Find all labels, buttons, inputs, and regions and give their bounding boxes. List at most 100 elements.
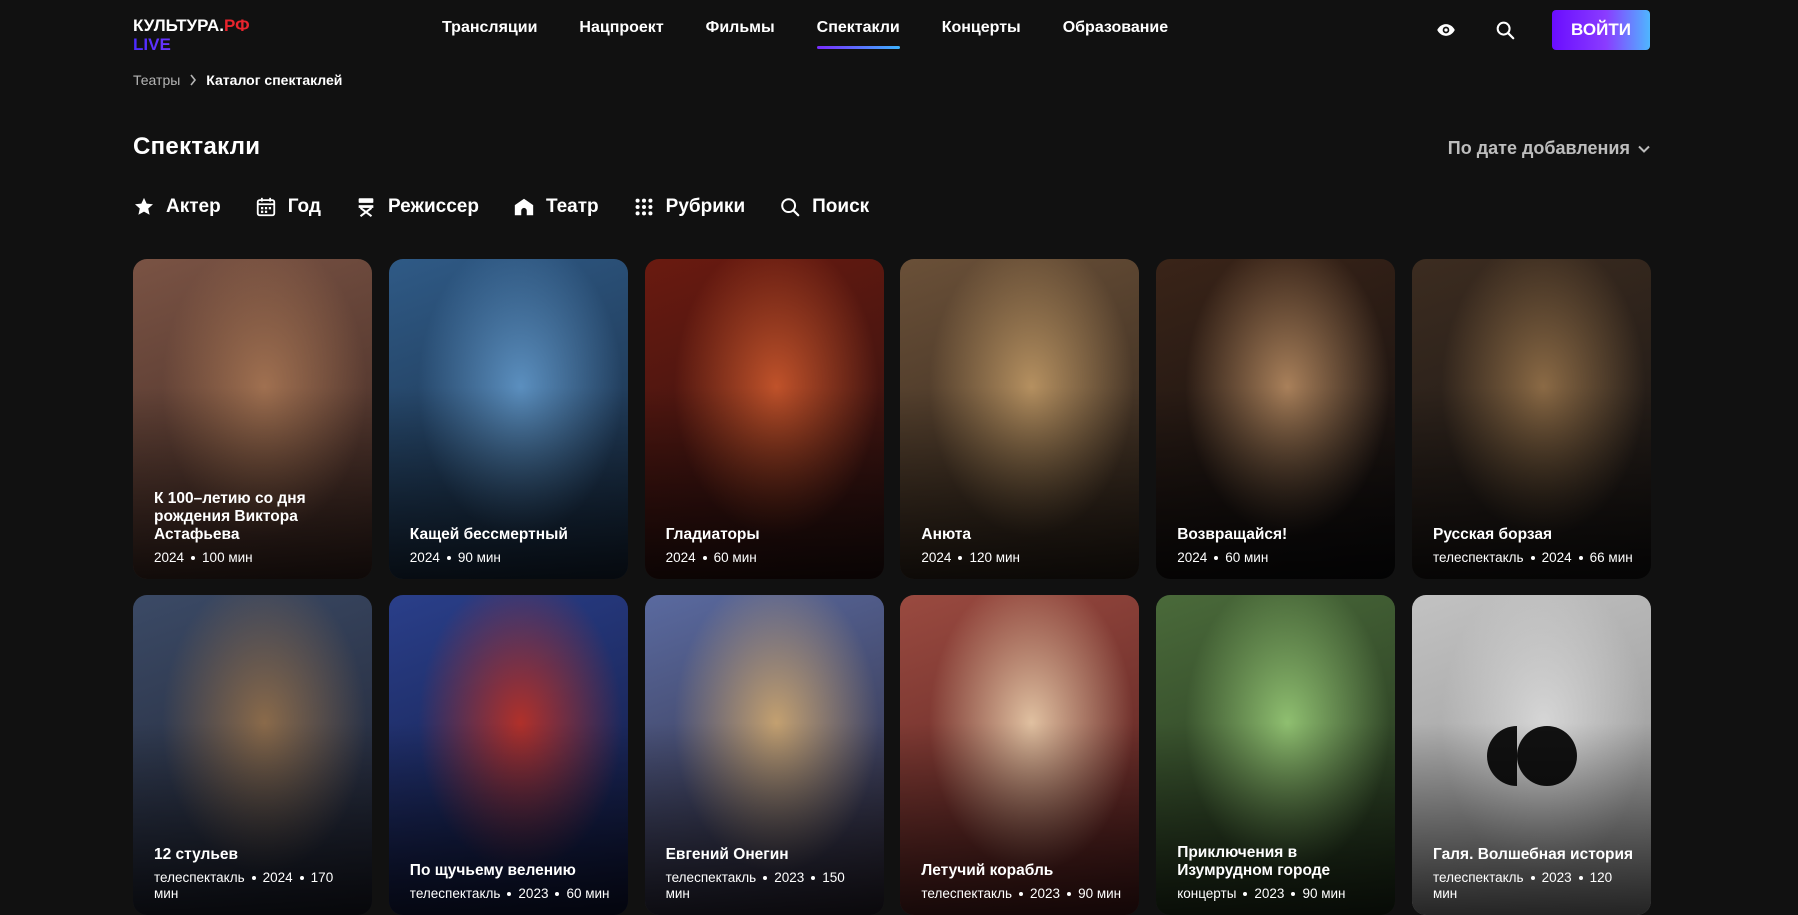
meta-separator [1067, 892, 1072, 897]
search-icon [781, 198, 800, 217]
chevron-right-icon [190, 74, 197, 86]
card-title: К 100–летию со дня рождения Виктора Аста… [154, 490, 306, 543]
filter-label: Режиссер [387, 196, 479, 217]
card-title: По щучьему велению [409, 862, 576, 879]
meta-separator [1530, 876, 1535, 881]
card-meta: телеспектакль 2024 170 мин [154, 870, 358, 902]
filter-theater[interactable]: Театр [513, 196, 599, 218]
card-info: Евгений Онегин телеспектакль 2023 150 мин [666, 846, 870, 902]
site-logo[interactable]: КУЛЬТУРА.РФ LIVE [133, 16, 250, 54]
card-info: Летучий корабль телеспектакль 2023 90 мин [921, 862, 1125, 902]
card-meta: телеспектакль 2023 120 мин [1433, 870, 1637, 902]
grid-dots-icon [635, 198, 653, 216]
search-icon[interactable] [1494, 19, 1516, 41]
meta-separator [251, 876, 256, 881]
card-meta: телеспектакль 2023 150 мин [666, 870, 870, 902]
card-info: Приключения в Изумрудном городе концерты 2… [1177, 844, 1381, 902]
meta-item: телеспектакль [1432, 870, 1524, 885]
breadcrumb: Театры Каталог спектаклей [133, 72, 342, 88]
meta-item: 90 мин [457, 550, 501, 565]
director-chair-icon [358, 198, 374, 217]
meta-item: 2023 [518, 886, 549, 901]
card-info: Возвращайся! 2024 60 мин [1177, 526, 1381, 566]
card-meta: 2024 60 мин [666, 550, 870, 566]
meta-separator [299, 876, 304, 881]
meta-item: телеспектакль [665, 870, 757, 885]
card-info: Галя. Волшебная история телеспектакль 2023… [1433, 846, 1637, 902]
meta-item: 2023 [1254, 886, 1285, 901]
page: КУЛЬТУРА.РФ LIVE Трансляции Нацпроект Фи… [0, 0, 1798, 915]
meta-separator [191, 556, 196, 561]
meta-item: 2023 [1541, 870, 1572, 885]
card-info: К 100–летию со дня рождения Виктора Аста… [154, 490, 358, 566]
meta-item: 60 мин [1225, 550, 1269, 565]
meta-item: телеспектакль [1432, 550, 1524, 565]
meta-item: телеспектакль [409, 886, 501, 901]
performance-card[interactable]: Приключения в Изумрудном городе концерты 2… [1156, 595, 1396, 915]
filter-bar: Актер Год Режиссер Театр Рубрики Поиск [133, 196, 869, 218]
header: КУЛЬТУРА.РФ LIVE Трансляции Нацпроект Фи… [0, 0, 1798, 58]
meta-item: 90 мин [1302, 886, 1346, 901]
meta-separator [1243, 892, 1248, 897]
card-meta: 2024 120 мин [921, 550, 1125, 566]
nav-item-education[interactable]: Образование [1063, 19, 1168, 49]
meta-item: 90 мин [1078, 886, 1122, 901]
meta-item: 2023 [1030, 886, 1061, 901]
performance-card[interactable]: Евгений Онегин телеспектакль 2023 150 мин [644, 595, 884, 915]
nav-item-concerts[interactable]: Концерты [942, 19, 1021, 49]
performance-card[interactable]: Гладиаторы 2024 60 мин [644, 259, 884, 579]
performance-card[interactable]: К 100–летию со дня рождения Виктора Аста… [133, 259, 372, 579]
performance-card[interactable]: Русская борзая телеспектакль 2024 66 мин [1411, 259, 1651, 579]
meta-item: 2024 [1177, 550, 1208, 565]
performance-card[interactable]: 12 стульев телеспектакль 2024 170 мин [133, 595, 372, 915]
filter-label: Поиск [812, 196, 870, 217]
card-info: 12 стульев телеспектакль 2024 170 мин [154, 846, 358, 902]
filter-label: Актер [166, 196, 221, 217]
breadcrumb-theaters[interactable]: Театры [133, 72, 180, 88]
logo-text: КУЛЬТУРА. [133, 16, 224, 35]
meta-item: телеспектакль [154, 870, 245, 885]
performance-card[interactable]: Кащей бессмертный 2024 90 мин [388, 259, 628, 579]
breadcrumb-current: Каталог спектаклей [206, 72, 343, 88]
main-nav: Трансляции Нацпроект Фильмы Спектакли Ко… [442, 19, 1168, 49]
card-title: Гладиаторы [665, 526, 760, 543]
page-title: Спектакли [133, 133, 261, 160]
theater-icon [514, 198, 534, 216]
card-info: Анюта 2024 120 мин [921, 526, 1125, 566]
performance-card[interactable]: По щучьему велению телеспектакль 2023 60 ми… [388, 595, 628, 915]
card-info: Гладиаторы 2024 60 мин [666, 526, 870, 566]
performance-card[interactable]: Летучий корабль телеспектакль 2023 90 мин [900, 595, 1140, 915]
login-button[interactable]: ВОЙТИ [1552, 10, 1650, 50]
card-title: Приключения в Изумрудном городе [1177, 844, 1331, 879]
performance-card[interactable]: Галя. Волшебная история телеспектакль 2023… [1411, 595, 1651, 915]
meta-separator [1019, 892, 1024, 897]
logo-accent: РФ [223, 16, 250, 35]
card-info: Кащей бессмертный 2024 90 мин [410, 526, 614, 566]
meta-separator [555, 892, 560, 897]
filter-director[interactable]: Режиссер [355, 196, 479, 218]
filter-label: Год [287, 196, 321, 217]
card-title: 12 стульев [154, 846, 239, 863]
eye-icon[interactable] [1436, 20, 1456, 40]
performance-card[interactable]: Возвращайся! 2024 60 мин [1156, 259, 1396, 579]
nav-item-natproject[interactable]: Нацпроект [579, 19, 663, 49]
nav-item-films[interactable]: Фильмы [706, 19, 775, 49]
filter-rubrics[interactable]: Рубрики [633, 196, 745, 218]
filter-search[interactable]: Поиск [779, 196, 869, 218]
filter-actor[interactable]: Актер [133, 196, 221, 218]
meta-item: 2024 [262, 870, 293, 885]
nav-item-broadcasts[interactable]: Трансляции [442, 19, 537, 49]
card-title: Летучий корабль [921, 862, 1054, 879]
meta-separator [507, 892, 512, 897]
card-info: По щучьему велению телеспектакль 2023 60 ми… [410, 862, 614, 902]
sort-dropdown[interactable]: По дате добавления [1448, 138, 1650, 159]
performance-card[interactable]: Анюта 2024 120 мин [900, 259, 1140, 579]
meta-item: 100 мин [202, 550, 253, 565]
card-title: Кащей бессмертный [409, 526, 568, 543]
card-meta: 2024 90 мин [410, 550, 614, 566]
nav-item-performances[interactable]: Спектакли [816, 19, 900, 49]
meta-item: 66 мин [1589, 550, 1633, 565]
meta-item: концерты [1177, 886, 1237, 901]
meta-separator [1291, 892, 1296, 897]
filter-year[interactable]: Год [255, 196, 321, 218]
